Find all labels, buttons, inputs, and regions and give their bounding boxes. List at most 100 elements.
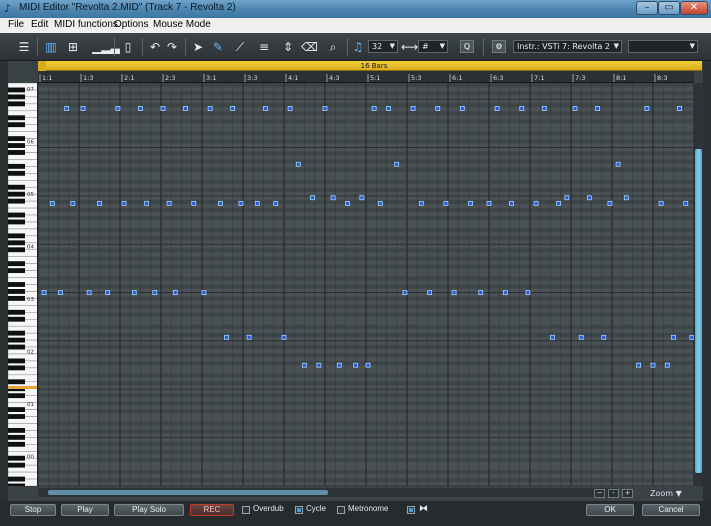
midi-note[interactable] [105,290,111,296]
midi-note[interactable] [451,290,457,296]
midi-note[interactable] [509,200,514,206]
midi-note[interactable] [636,362,641,368]
midi-note[interactable] [564,195,570,201]
piano-black-key[interactable] [8,94,25,100]
play-button[interactable]: Play [61,504,109,516]
menu-edit[interactable]: Edit [31,19,48,30]
piano-black-key[interactable] [8,136,25,142]
midi-note[interactable] [138,106,143,111]
velocity-view-icon[interactable]: ▁▂▃ [92,39,120,55]
piano-black-key[interactable] [8,247,25,253]
midi-note[interactable] [435,106,441,111]
midi-note[interactable] [607,200,613,206]
zoom-minus-icon[interactable]: - [608,489,619,498]
midi-note[interactable] [238,200,244,206]
maximize-button[interactable]: ▭ [658,1,680,15]
vertical-scrollbar[interactable] [694,83,703,486]
piano-black-key[interactable] [8,476,25,482]
midi-note[interactable] [353,362,359,368]
midi-note[interactable] [550,334,555,340]
piano-black-key[interactable] [8,150,25,155]
accidental-select[interactable]: # ▼ [418,40,448,53]
midi-note[interactable] [80,106,86,111]
midi-note[interactable] [371,106,377,111]
midi-note[interactable] [281,334,287,340]
midi-note[interactable] [595,106,600,111]
midi-note[interactable] [644,106,650,111]
midi-note[interactable] [587,195,592,201]
midi-note[interactable] [70,200,76,206]
piano-black-key[interactable] [8,434,25,440]
loop-start-marker[interactable] [38,61,46,71]
midi-note[interactable] [386,106,391,111]
midi-note[interactable] [121,200,127,206]
midi-note[interactable] [207,106,213,111]
piano-black-key[interactable] [8,143,25,148]
midi-note[interactable] [615,161,621,167]
midi-note[interactable] [345,200,350,206]
piano-black-key[interactable] [8,414,25,419]
midi-note[interactable] [152,290,158,296]
piano-black-key[interactable] [8,295,25,301]
midi-note[interactable] [41,290,47,296]
piano-black-key[interactable] [8,101,25,107]
close-button[interactable]: ✕ [680,1,708,15]
timeline-ruler[interactable]: 1:1 1:3 2:1 2:3 3:1 3:3 4:1 4:3 5:1 5:3 6:1 6:3 7:1 7… [38,71,694,83]
midi-note[interactable] [97,200,102,206]
midi-note[interactable] [578,334,584,340]
undo-icon[interactable]: ↶ [147,39,163,55]
play-solo-button[interactable]: Play Solo [114,504,184,516]
midi-note[interactable] [49,200,55,206]
midi-note[interactable] [230,106,236,111]
piano-black-key[interactable] [8,393,25,399]
midi-note[interactable] [683,200,689,206]
midi-note[interactable] [601,334,607,340]
cancel-button[interactable]: Cancel [642,504,700,516]
midi-note[interactable] [494,106,500,111]
midi-note[interactable] [310,195,316,201]
midi-note[interactable] [664,362,670,368]
midi-note[interactable] [525,290,531,296]
piano-black-key[interactable] [8,462,25,468]
midi-note[interactable] [316,362,322,368]
quantize-button[interactable]: Q [460,40,474,53]
document-icon[interactable]: ▯ [120,39,136,55]
note-grid[interactable] [38,83,694,486]
piano-black-key[interactable] [8,427,25,433]
midi-note[interactable] [572,106,578,111]
midi-note[interactable] [172,290,178,296]
quantize-select[interactable]: 32 ▼ [368,40,398,53]
midi-note[interactable] [519,106,525,111]
midi-note[interactable] [302,362,307,368]
drum-editor-icon[interactable]: ⊞ [65,39,81,55]
eraser-icon[interactable]: ⌫ [301,39,318,55]
midi-note[interactable] [115,106,121,111]
piano-black-key[interactable] [8,337,25,343]
multi-draw-icon[interactable]: ≡ [256,39,272,55]
metronome-checkbox[interactable] [337,506,345,514]
secondary-select[interactable]: ▼ [628,40,698,53]
settings-gear-icon[interactable]: ⚙ [492,40,506,53]
midi-note[interactable] [623,195,629,201]
piano-black-key[interactable] [8,87,25,93]
midi-note[interactable] [459,106,465,111]
menu-midi-functions[interactable]: MIDI functions [54,19,118,30]
line-draw-icon[interactable]: ⟋ [232,39,248,55]
piano-black-key[interactable] [8,170,25,176]
piano-black-key[interactable] [8,233,25,239]
piano-black-key[interactable] [8,240,25,246]
midi-note[interactable] [377,200,383,206]
ok-button[interactable]: OK [586,504,634,516]
piano-black-key[interactable] [8,483,25,486]
piano-black-key[interactable] [8,163,25,169]
midi-note[interactable] [273,200,279,206]
midi-note[interactable] [191,200,197,206]
midi-note[interactable] [58,290,63,296]
midi-note[interactable] [287,106,293,111]
zoom-magnifier-icon[interactable]: ⌕ [325,39,341,55]
sync-checkbox[interactable] [407,506,415,514]
piano-black-key[interactable] [8,379,25,385]
horizontal-scrollbar[interactable] [38,488,618,497]
list-view-icon[interactable]: ☰ [16,39,32,55]
piano-black-key[interactable] [8,358,25,364]
